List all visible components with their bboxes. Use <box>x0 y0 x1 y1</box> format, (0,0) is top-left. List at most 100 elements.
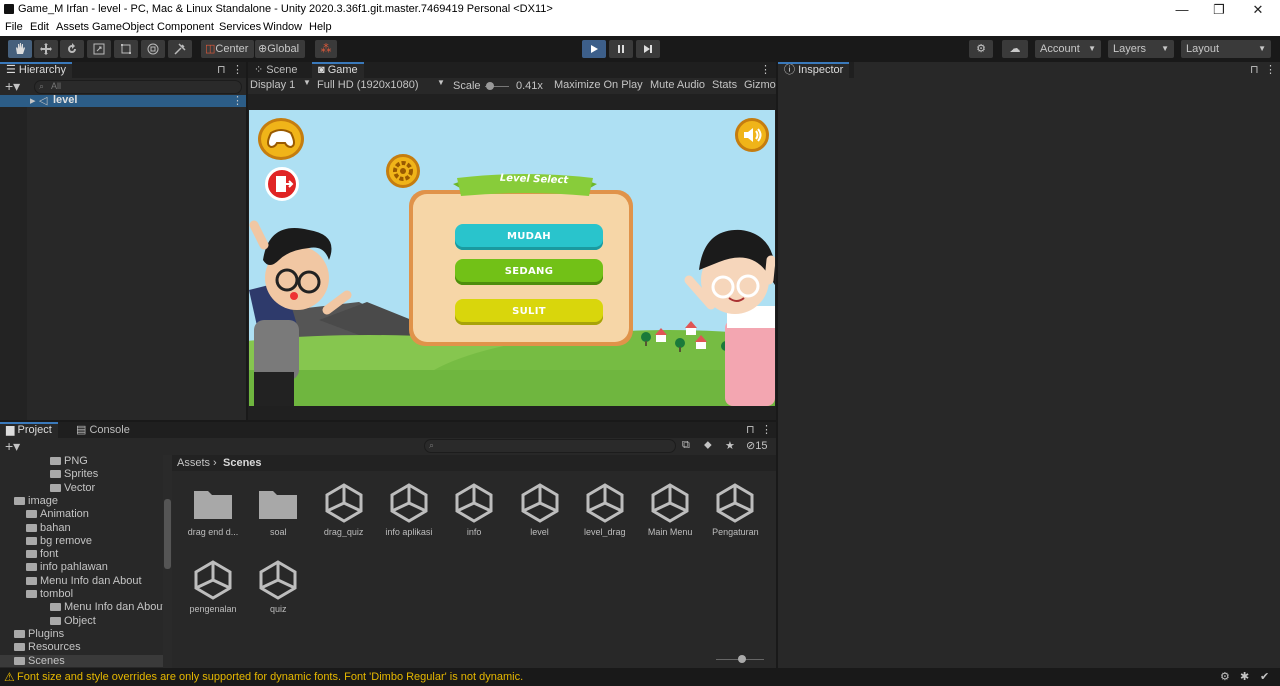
cloud-button[interactable]: ☁ <box>1002 40 1028 58</box>
hidden-packages-toggle[interactable]: ⊘15 <box>746 439 767 452</box>
exit-button[interactable] <box>265 167 299 201</box>
progress-icon[interactable]: ⚙ <box>1220 670 1230 683</box>
asset-scene[interactable]: info aplikasi <box>376 481 442 541</box>
tree-item[interactable]: PNG <box>50 455 88 467</box>
menu-component[interactable]: Component <box>157 21 214 33</box>
menu-services[interactable]: Services <box>219 21 261 33</box>
gizmos-toggle[interactable]: Gizmo <box>744 79 776 91</box>
scale-tool-button[interactable] <box>87 40 111 58</box>
custom-tool-button[interactable] <box>168 40 192 58</box>
level-sulit-button[interactable]: SULIT <box>455 299 603 325</box>
stats-toggle[interactable]: Stats <box>712 79 737 91</box>
pivot-center-toggle[interactable]: ◫Center <box>201 40 254 58</box>
tree-item[interactable]: Sprites <box>50 468 98 480</box>
menu-assets[interactable]: Assets <box>56 21 89 33</box>
tree-item[interactable]: Animation <box>26 508 89 520</box>
asset-scene[interactable]: Pengaturan <box>702 481 768 541</box>
tree-item[interactable]: Menu Info dan About <box>26 575 142 587</box>
menu-file[interactable]: File <box>5 21 23 33</box>
lock-icon[interactable]: ⊓ <box>217 63 226 76</box>
status-message[interactable]: Font size and style overrides are only s… <box>17 671 523 683</box>
debug-bug-icon[interactable]: ✱ <box>1240 670 1249 683</box>
gamepad-button[interactable] <box>258 118 304 160</box>
asset-scene[interactable]: drag_quiz <box>311 481 377 541</box>
add-object-button[interactable]: +▾ <box>5 78 20 95</box>
display-dropdown[interactable]: Display 1 <box>250 79 295 91</box>
asset-scene[interactable]: quiz <box>245 558 311 618</box>
menu-edit[interactable]: Edit <box>30 21 49 33</box>
asset-scene[interactable]: level_drag <box>572 481 638 541</box>
breadcrumb-scenes[interactable]: Scenes <box>223 457 262 469</box>
expand-arrow-icon[interactable]: ▸ <box>30 94 36 107</box>
breadcrumb-assets[interactable]: Assets <box>177 457 210 469</box>
tree-item[interactable]: tombol <box>26 588 73 600</box>
tab-game[interactable]: ◙ Game <box>312 62 364 78</box>
tab-hierarchy[interactable]: ☰ Hierarchy <box>0 62 72 78</box>
game-viewport[interactable]: Level Select MUDAH SEDANG SULIT <box>249 110 775 406</box>
tab-console[interactable]: ▤ Console <box>70 422 136 438</box>
play-button[interactable] <box>582 40 606 58</box>
tree-item[interactable]: Resources <box>14 641 81 653</box>
project-search-input[interactable]: ⌕ <box>424 439 676 453</box>
asset-folder[interactable]: drag end d... <box>180 481 246 541</box>
favorite-star-icon[interactable]: ★ <box>725 439 735 452</box>
asset-scene[interactable]: pengenalan <box>180 558 246 618</box>
hierarchy-search-input[interactable]: ⌕ All <box>34 80 242 94</box>
lock-icon[interactable]: ⊓ <box>1250 63 1259 76</box>
resolution-dropdown[interactable]: Full HD (1920x1080) <box>317 79 419 91</box>
lock-icon[interactable]: ⊓ <box>746 423 755 436</box>
kebab-menu-icon[interactable]: ⋮ <box>232 63 243 76</box>
tree-item[interactable]: image <box>14 495 58 507</box>
maximize-on-play-toggle[interactable]: Maximize On Play <box>554 79 643 91</box>
menu-help[interactable]: Help <box>309 21 332 33</box>
asset-scene[interactable]: level <box>507 481 573 541</box>
layout-dropdown[interactable]: Layout ▼ <box>1181 40 1271 58</box>
label-tag-icon[interactable]: ⬥ <box>704 439 712 452</box>
step-button[interactable] <box>636 40 660 58</box>
tree-item[interactable]: bahan <box>26 522 71 534</box>
scale-slider-thumb[interactable] <box>486 82 494 90</box>
layers-dropdown[interactable]: Layers ▼ <box>1108 40 1174 58</box>
kebab-menu-icon[interactable]: ⋮ <box>1265 63 1276 76</box>
asset-folder[interactable]: soal <box>245 481 311 541</box>
space-global-toggle[interactable]: ⊕Global <box>255 40 305 58</box>
maximize-button[interactable]: ❐ <box>1204 1 1234 18</box>
pause-button[interactable] <box>609 40 633 58</box>
tree-item[interactable]: bg remove <box>26 535 92 547</box>
tab-project[interactable]: ▆ Project <box>0 422 58 438</box>
tree-item[interactable]: Vector <box>50 482 95 494</box>
menu-gameobject[interactable]: GameObject <box>92 21 154 33</box>
tree-item[interactable]: Plugins <box>14 628 64 640</box>
tree-scrollbar-thumb[interactable] <box>164 499 171 569</box>
collab-button[interactable]: ⚙ <box>969 40 993 58</box>
check-status-icon[interactable]: ✔ <box>1260 670 1269 683</box>
mute-audio-toggle[interactable]: Mute Audio <box>650 79 705 91</box>
hand-tool-button[interactable] <box>8 40 32 58</box>
menu-window[interactable]: Window <box>263 21 302 33</box>
account-dropdown[interactable]: Account ▼ <box>1035 40 1101 58</box>
transform-tool-button[interactable] <box>141 40 165 58</box>
tab-inspector[interactable]: ⓘ Inspector <box>778 62 850 78</box>
tree-scrollbar[interactable] <box>163 455 172 668</box>
tab-scene[interactable]: ⁘ Scene <box>248 62 303 78</box>
tree-item[interactable]: info pahlawan <box>26 561 108 573</box>
tree-item[interactable]: Scenes <box>0 654 163 667</box>
grid-snap-button[interactable]: ⁂ <box>315 40 337 58</box>
kebab-menu-icon[interactable]: ⋮ <box>761 423 772 436</box>
level-mudah-button[interactable]: MUDAH <box>455 224 603 250</box>
kebab-menu-icon[interactable]: ⋮ <box>760 63 771 76</box>
scene-options-icon[interactable]: ⋮ <box>232 94 243 107</box>
level-sedang-button[interactable]: SEDANG <box>455 259 603 285</box>
tree-item[interactable]: Menu Info dan About <box>50 601 166 613</box>
rotate-tool-button[interactable] <box>60 40 84 58</box>
tree-item[interactable]: Object <box>50 615 96 627</box>
rect-tool-button[interactable] <box>114 40 138 58</box>
hierarchy-row-level[interactable]: ▸ ◁ level ⋮ <box>0 94 246 107</box>
icon-size-slider-thumb[interactable] <box>738 655 746 663</box>
asset-scene[interactable]: Main Menu <box>637 481 703 541</box>
tree-item[interactable]: font <box>26 548 58 560</box>
settings-gear-button[interactable] <box>386 154 420 188</box>
sound-button[interactable] <box>735 118 769 152</box>
create-asset-button[interactable]: +▾ <box>5 438 20 455</box>
asset-scene[interactable]: info <box>441 481 507 541</box>
